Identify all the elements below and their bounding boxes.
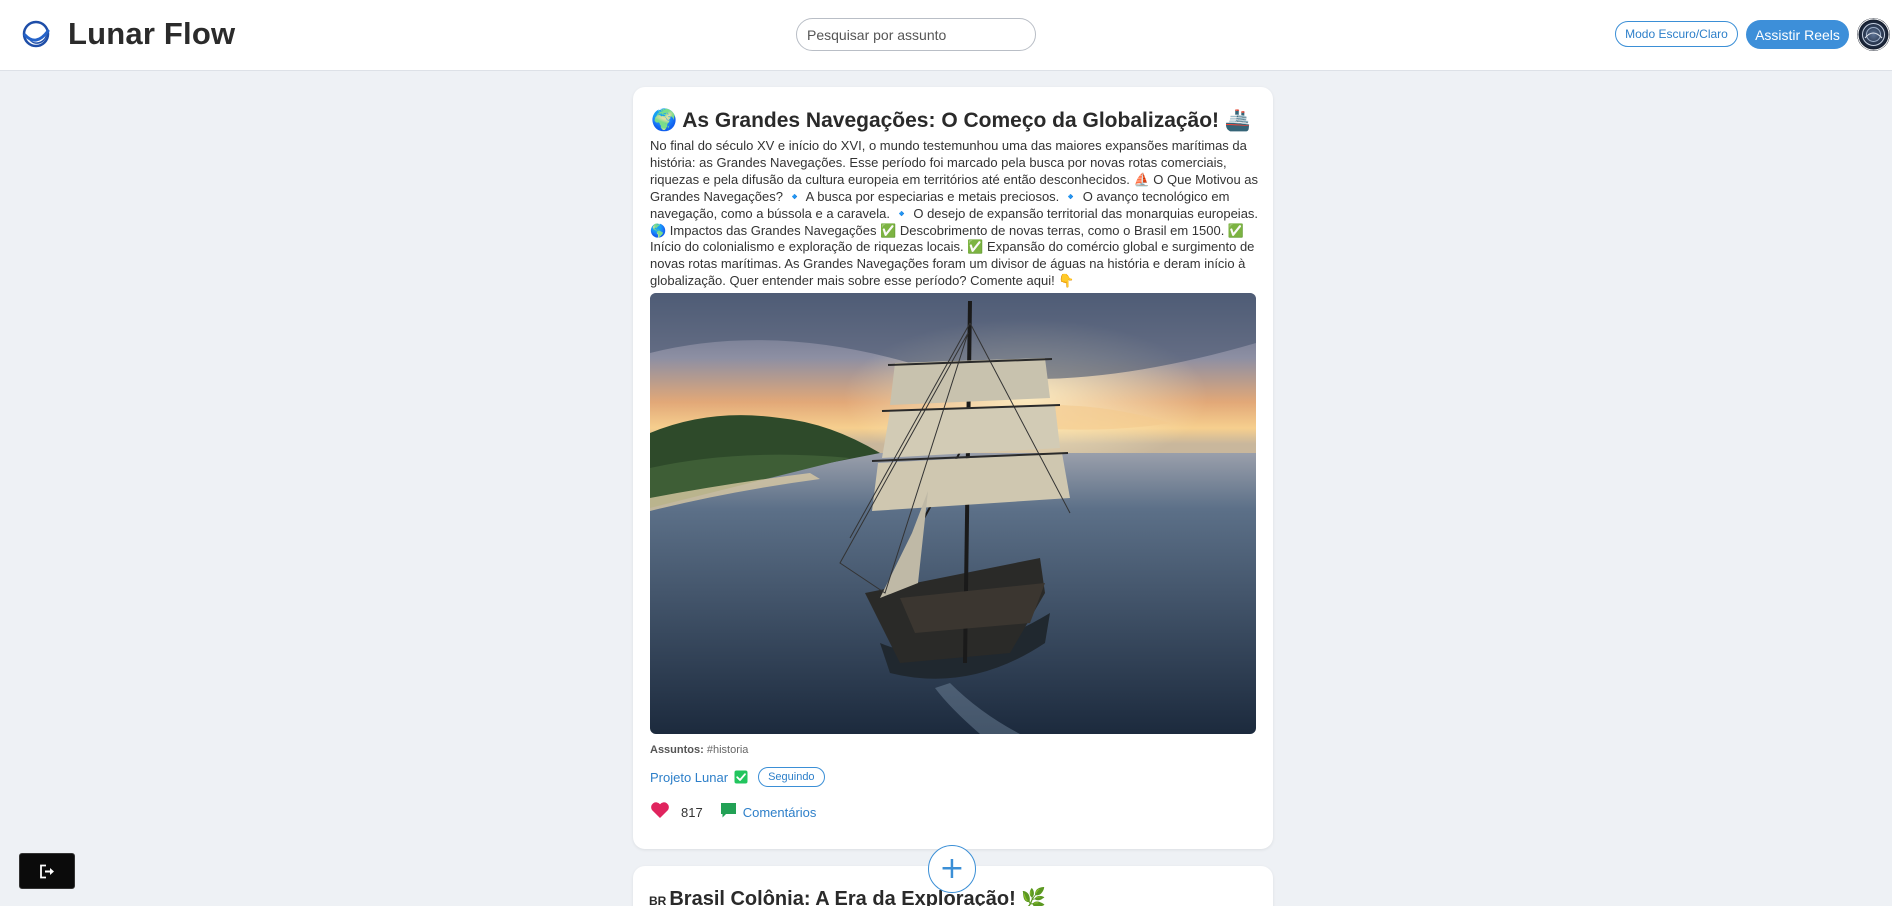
- post-card: 🌍 As Grandes Navegações: O Começo da Glo…: [633, 87, 1273, 849]
- add-post-button[interactable]: +: [928, 845, 976, 893]
- subject-tag[interactable]: #historia: [707, 744, 749, 756]
- post-body: No final do século XV e início do XVI, o…: [650, 138, 1259, 289]
- logout-button[interactable]: [19, 853, 75, 889]
- post-actions: 817 Comentários: [650, 797, 816, 823]
- speech-bubble-icon[interactable]: [720, 802, 737, 819]
- author-row: Projeto Lunar Seguindo: [650, 766, 825, 788]
- subjects-label: Assuntos:: [650, 744, 704, 756]
- top-navigation-bar: Lunar Flow Modo Escuro/Claro Assistir Re…: [0, 0, 1892, 71]
- like-count: 817: [681, 805, 703, 820]
- check-badge-icon: [734, 770, 748, 784]
- follow-button[interactable]: Seguindo: [758, 767, 825, 787]
- next-post-title-text: Brasil Colônia: A Era da Exploração! 🌿: [669, 888, 1047, 906]
- avatar-image: [1857, 18, 1890, 51]
- brand[interactable]: Lunar Flow: [22, 16, 235, 52]
- moon-logo-icon: [22, 20, 50, 48]
- logout-icon: [39, 864, 54, 878]
- ship-at-sunset-image: [650, 293, 1256, 734]
- theme-toggle-button[interactable]: Modo Escuro/Claro: [1615, 21, 1738, 47]
- comments-link[interactable]: Comentários: [743, 805, 817, 820]
- avatar[interactable]: [1857, 18, 1890, 51]
- subjects: Assuntos: #historia: [650, 744, 748, 756]
- post-title: 🌍 As Grandes Navegações: O Começo da Glo…: [651, 109, 1252, 132]
- heart-icon[interactable]: [650, 801, 670, 819]
- author-link[interactable]: Projeto Lunar: [650, 770, 728, 785]
- brazil-flag-icon: BR: [649, 894, 667, 906]
- search-input[interactable]: [796, 18, 1036, 51]
- app-name: Lunar Flow: [68, 16, 236, 51]
- post-image[interactable]: [650, 293, 1256, 734]
- next-post-title: BR Brasil Colônia: A Era da Exploração! 🌿: [649, 886, 1046, 906]
- watch-reels-button[interactable]: Assistir Reels: [1746, 20, 1849, 49]
